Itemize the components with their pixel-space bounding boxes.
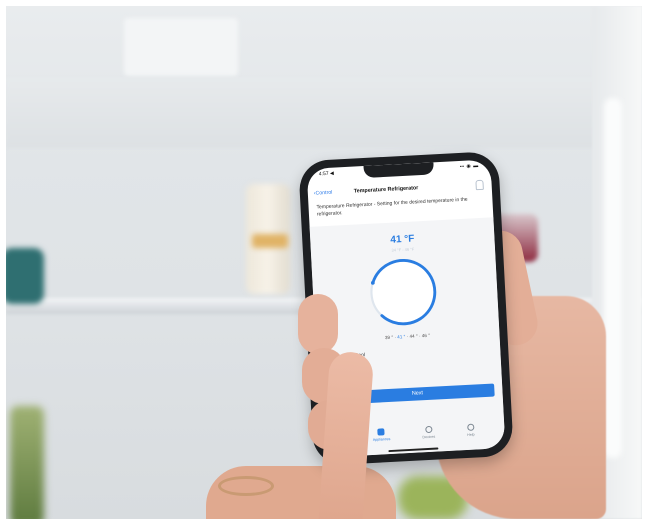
help-icon xyxy=(466,423,475,431)
status-icons: ▪▪ ◉ ▬ xyxy=(459,163,479,170)
appliances-icon xyxy=(377,428,385,436)
temperature-dial[interactable] xyxy=(365,254,441,330)
teal-container-blurred xyxy=(6,248,44,304)
page-title: Temperature Refrigerator xyxy=(353,185,419,195)
bell-icon[interactable] xyxy=(475,179,484,191)
tab-label: Devices xyxy=(422,434,436,440)
fridge-led-strip xyxy=(604,98,622,458)
tab-help[interactable]: Help xyxy=(466,423,475,444)
green-bottle-blurred xyxy=(10,406,44,519)
fridge-light-panel xyxy=(124,18,238,76)
jar-lid-blurred xyxy=(252,234,288,248)
status-time: 4:57 ◀ xyxy=(318,170,334,178)
fridge-top-shelf xyxy=(6,78,642,148)
back-label: Control xyxy=(315,189,333,197)
scale-left: 39 ° · xyxy=(384,334,397,341)
back-button[interactable]: ‹ Control xyxy=(308,189,354,197)
fridge-photo: 4:57 ◀ ▪▪ ◉ ▬ ‹ Control Temperature Refr… xyxy=(6,6,642,519)
tab-label: Help xyxy=(467,432,475,437)
tab-appliances[interactable]: Appliances xyxy=(372,428,391,449)
devices-icon xyxy=(424,425,433,434)
ring xyxy=(218,476,274,496)
tab-devices[interactable]: Devices xyxy=(422,425,436,447)
tab-label: Appliances xyxy=(372,436,391,442)
scale-active: 41 ° xyxy=(397,334,406,340)
holding-finger xyxy=(298,294,338,354)
